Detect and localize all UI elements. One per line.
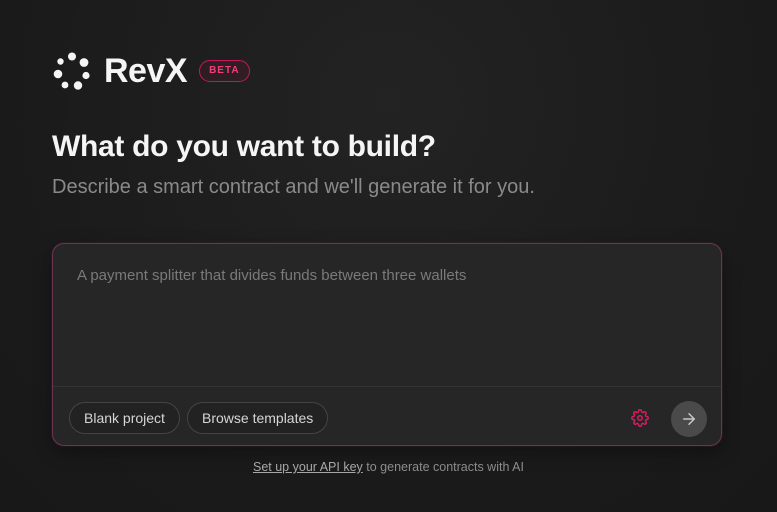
api-key-link[interactable]: Set up your API key bbox=[253, 460, 363, 474]
page-subtitle: Describe a smart contract and we'll gene… bbox=[52, 176, 535, 198]
browse-templates-button[interactable]: Browse templates bbox=[187, 402, 329, 434]
page-title: What do you want to build? bbox=[52, 130, 436, 163]
brand-name: RevX bbox=[104, 52, 188, 90]
submit-button[interactable] bbox=[671, 401, 707, 437]
dotted-ring-logo-icon bbox=[53, 52, 90, 90]
blank-project-button[interactable]: Blank project bbox=[69, 402, 180, 434]
api-key-note-text: to generate contracts with AI bbox=[362, 460, 524, 474]
prompt-card-footer: Blank project Browse templates bbox=[53, 386, 721, 445]
api-key-note: Set up your API key to generate contract… bbox=[0, 460, 777, 474]
arrow-right-icon bbox=[683, 413, 695, 425]
prompt-card: Blank project Browse templates bbox=[52, 243, 722, 446]
beta-badge: BETA bbox=[199, 60, 250, 82]
prompt-input[interactable] bbox=[53, 244, 721, 386]
brand-header: RevX BETA bbox=[53, 50, 250, 92]
gear-icon[interactable] bbox=[631, 409, 649, 427]
